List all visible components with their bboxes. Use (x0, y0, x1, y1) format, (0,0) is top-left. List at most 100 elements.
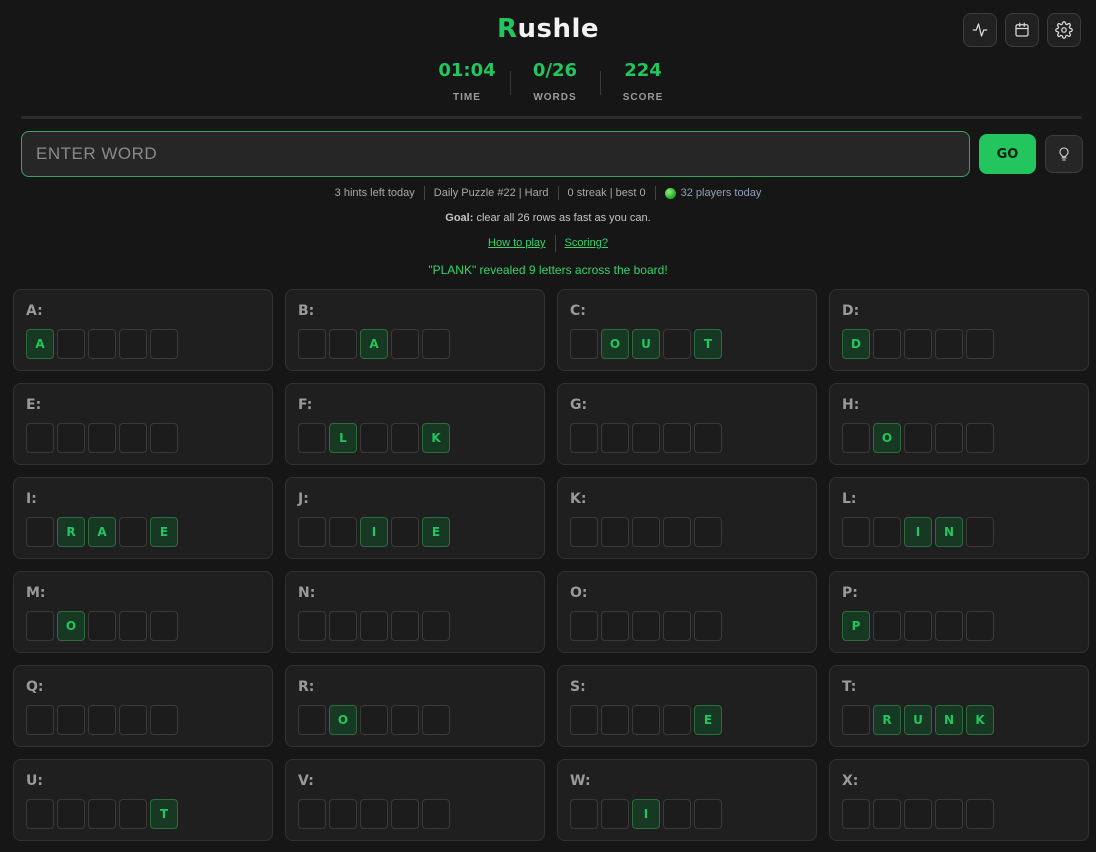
row-letter-label: J: (298, 491, 309, 507)
empty-tile (360, 705, 388, 735)
revealed-tile: N (935, 705, 963, 735)
logo-first-letter: R (496, 14, 518, 44)
revealed-tile: O (329, 705, 357, 735)
letter-row-card: J: I E (285, 477, 545, 559)
revealed-tile: I (360, 517, 388, 547)
empty-tile (298, 517, 326, 547)
empty-tile (298, 423, 326, 453)
tile-row: IN (842, 517, 1088, 547)
go-button[interactable]: GO (979, 134, 1036, 174)
empty-tile (663, 705, 691, 735)
empty-tile (119, 799, 147, 829)
revealed-tile: T (150, 799, 178, 829)
empty-tile (842, 517, 870, 547)
word-input[interactable] (21, 131, 970, 177)
empty-tile (150, 329, 178, 359)
hints-left: 3 hints left today (334, 187, 415, 199)
empty-tile (329, 329, 357, 359)
empty-tile (391, 799, 419, 829)
gear-icon (1055, 21, 1073, 39)
revealed-tile: E (694, 705, 722, 735)
empty-tile (601, 799, 629, 829)
row-letter-label: O: (570, 585, 588, 601)
empty-tile (26, 423, 54, 453)
row-letter-label: P: (842, 585, 858, 601)
revealed-tile: K (966, 705, 994, 735)
revealed-tile: E (422, 517, 450, 547)
empty-tile (57, 423, 85, 453)
app-logo: Rushle (0, 14, 1096, 44)
words-value: 0/26 (532, 60, 578, 81)
how-to-play-link[interactable]: How to play (481, 235, 552, 252)
empty-tile (694, 611, 722, 641)
empty-tile (26, 705, 54, 735)
empty-tile (150, 705, 178, 735)
empty-tile (391, 517, 419, 547)
goal-text: Goal: clear all 26 rows as fast as you c… (0, 212, 1096, 224)
row-letter-label: S: (570, 679, 586, 695)
tile-row (570, 423, 816, 453)
empty-tile (570, 329, 598, 359)
letter-row-card: U: T (13, 759, 273, 841)
letter-row-card: R: O (285, 665, 545, 747)
letter-row-card: K: (557, 477, 817, 559)
empty-tile (873, 329, 901, 359)
tile-row: RUNK (842, 705, 1088, 735)
empty-tile (904, 423, 932, 453)
tile-row (570, 611, 816, 641)
empty-tile (935, 611, 963, 641)
empty-tile (422, 329, 450, 359)
time-stat: 01:04 TIME (424, 58, 510, 103)
empty-tile (88, 611, 116, 641)
tile-row (298, 799, 544, 829)
revealed-tile: I (904, 517, 932, 547)
letter-row-card: N: (285, 571, 545, 653)
empty-tile (88, 705, 116, 735)
revealed-tile: A (26, 329, 54, 359)
letter-board: A: A B: A C: O U T D: D E: F: L K G: H: O I: R A E J: I E K: L: I N… (13, 289, 1089, 841)
time-value: 01:04 (438, 60, 496, 81)
stats-bar: 01:04 TIME 0/26 WORDS 224 SCORE (0, 58, 1096, 103)
revealed-tile: L (329, 423, 357, 453)
empty-tile (360, 799, 388, 829)
empty-tile (88, 329, 116, 359)
empty-tile (329, 611, 357, 641)
calendar-button[interactable] (1005, 13, 1039, 47)
tile-row: O (842, 423, 1088, 453)
logo-rest: ushle (517, 14, 600, 44)
empty-tile (904, 611, 932, 641)
tile-row (842, 799, 1088, 829)
empty-tile (966, 611, 994, 641)
status-message: "PLANK" revealed 9 letters across the bo… (428, 263, 668, 277)
scoring-link[interactable]: Scoring? (558, 235, 615, 252)
empty-tile (663, 799, 691, 829)
revealed-tile: O (873, 423, 901, 453)
letter-row-card: S: E (557, 665, 817, 747)
empty-tile (694, 517, 722, 547)
row-letter-label: A: (26, 303, 43, 319)
empty-tile (57, 329, 85, 359)
letter-row-card: Q: (13, 665, 273, 747)
settings-button[interactable] (1047, 13, 1081, 47)
goal-description: clear all 26 rows as fast as you can. (473, 212, 651, 224)
input-row: GO (21, 131, 1083, 177)
empty-tile (842, 705, 870, 735)
empty-tile (632, 423, 660, 453)
tile-row: O (26, 611, 272, 641)
empty-tile (632, 517, 660, 547)
empty-tile (119, 705, 147, 735)
empty-tile (966, 329, 994, 359)
hint-button[interactable] (1045, 135, 1083, 173)
row-letter-label: E: (26, 397, 42, 413)
row-letter-label: R: (298, 679, 315, 695)
row-letter-label: C: (570, 303, 586, 319)
empty-tile (391, 423, 419, 453)
letter-row-card: P: P (829, 571, 1089, 653)
empty-tile (119, 611, 147, 641)
empty-tile (391, 705, 419, 735)
stats-button[interactable] (963, 13, 997, 47)
empty-tile (632, 705, 660, 735)
empty-tile (298, 799, 326, 829)
letter-row-card: W: I (557, 759, 817, 841)
help-links: How to play Scoring? (0, 235, 1096, 252)
